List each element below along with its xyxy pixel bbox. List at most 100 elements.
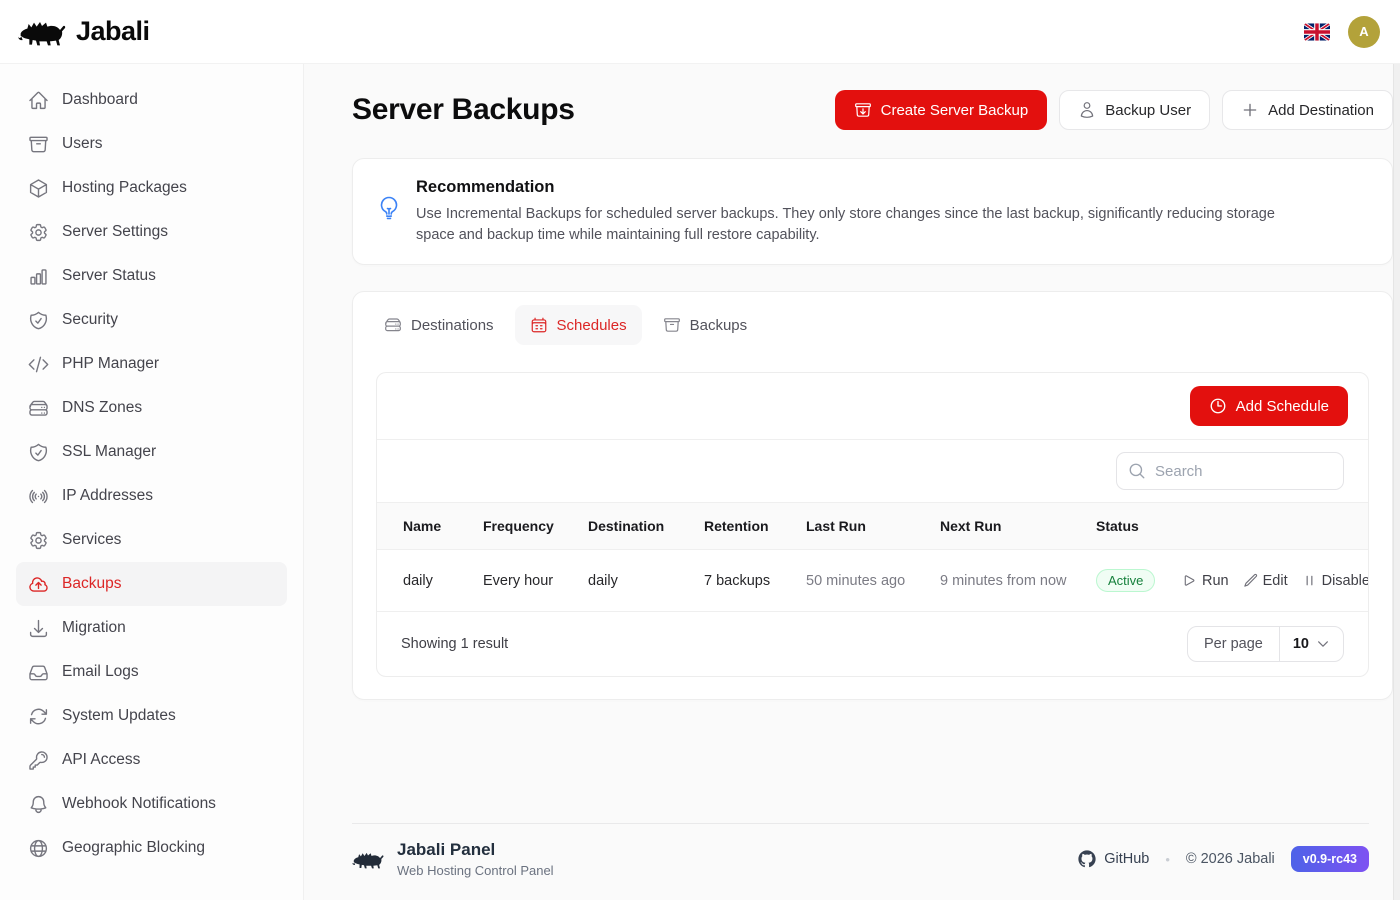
sidebar-item-hosting-packages[interactable]: Hosting Packages [16,166,287,210]
server-stack-icon [28,398,49,419]
sidebar-item-backups[interactable]: Backups [16,562,287,606]
shield-check-icon [28,442,49,463]
key-icon [28,750,49,771]
sidebar-item-label: Email Logs [62,663,139,681]
tab-backups[interactable]: Backups [648,305,763,345]
per-page-label: Per page [1188,627,1280,661]
cube-icon [28,178,49,199]
column-header-retention: Retention [692,503,794,550]
sidebar-item-users[interactable]: Users [16,122,287,166]
cell-retention: 7 backups [692,550,794,612]
column-header-actions [1168,503,1369,550]
home-icon [28,90,49,111]
footer-brand: Jabali Panel [397,840,554,860]
sidebar-item-dashboard[interactable]: Dashboard [16,78,287,122]
column-header-destination: Destination [576,503,692,550]
user-icon [1078,101,1096,119]
sidebar-item-email-logs[interactable]: Email Logs [16,650,287,694]
sidebar-item-system-updates[interactable]: System Updates [16,694,287,738]
page-footer: Jabali Panel Web Hosting Control Panel G… [352,823,1369,900]
run-action-button[interactable]: Run [1182,573,1229,589]
add-destination-button[interactable]: Add Destination [1222,90,1393,130]
main-content: Server Backups Create Server Backup Back… [304,64,1393,900]
cell-frequency: Every hour [471,550,576,612]
plus-icon [1241,101,1259,119]
globe-icon [28,838,49,859]
pause-icon [1302,573,1317,588]
cell-next-run: 9 minutes from now [928,550,1084,612]
scrollbar-track[interactable] [1393,64,1400,900]
sidebar-item-services[interactable]: Services [16,518,287,562]
create-server-backup-button[interactable]: Create Server Backup [835,90,1048,130]
app-logo[interactable]: Jabali [18,15,150,49]
search-icon [1128,462,1146,480]
lightbulb-icon [377,196,401,220]
dot-separator: • [1165,852,1170,867]
table-header-row: Name Frequency Destination Retention Las… [377,503,1369,550]
code-icon [28,354,49,375]
github-icon [1078,850,1096,868]
sidebar-item-migration[interactable]: Migration [16,606,287,650]
refresh-icon [28,706,49,727]
sidebar-item-security[interactable]: Security [16,298,287,342]
top-header: Jabali A [0,0,1400,64]
edit-action-button[interactable]: Edit [1243,573,1288,589]
sidebar-item-label: Dashboard [62,91,138,109]
disable-action-label: Disable [1322,573,1369,589]
schedules-table: Name Frequency Destination Retention Las… [377,502,1369,611]
schedules-panel: Add Schedule Name Frequency Destination … [376,372,1369,677]
status-badge: Active [1096,569,1155,592]
column-header-next-run: Next Run [928,503,1084,550]
sidebar-item-api-access[interactable]: API Access [16,738,287,782]
github-link[interactable]: GitHub [1078,850,1149,868]
clock-icon [1209,397,1227,415]
tab-label: Schedules [557,317,627,334]
bar-chart-icon [28,266,49,287]
sidebar-item-label: DNS Zones [62,399,142,417]
copyright-text: © 2026 Jabali [1186,851,1275,867]
sidebar-item-server-settings[interactable]: Server Settings [16,210,287,254]
sidebar-nav: Dashboard Users Hosting Packages Server … [0,64,304,900]
sidebar-item-geographic-blocking[interactable]: Geographic Blocking [16,826,287,870]
per-page-selector[interactable]: Per page 10 [1187,626,1344,662]
sidebar-item-label: Services [62,531,121,549]
run-action-label: Run [1202,573,1229,589]
sidebar-item-label: IP Addresses [62,487,153,505]
sidebar-item-dns-zones[interactable]: DNS Zones [16,386,287,430]
tab-destinations[interactable]: Destinations [369,305,509,345]
add-schedule-button[interactable]: Add Schedule [1190,386,1348,426]
disable-action-button[interactable]: Disable [1302,573,1369,589]
add-schedule-label: Add Schedule [1236,398,1329,415]
sidebar-item-label: Security [62,311,118,329]
archive-arrow-down-icon [854,101,872,119]
backups-panel-card: Destinations Schedules Backups Add Sched… [352,291,1393,700]
version-badge: v0.9-rc43 [1291,846,1369,872]
sidebar-item-webhook-notifications[interactable]: Webhook Notifications [16,782,287,826]
pencil-icon [1243,573,1258,588]
shield-check-icon [28,310,49,331]
table-row: daily Every hour daily 7 backups 50 minu… [377,550,1369,612]
server-stack-icon [384,316,402,334]
cell-destination: daily [576,550,692,612]
tab-bar: Destinations Schedules Backups [353,292,1392,358]
sidebar-item-ip-addresses[interactable]: IP Addresses [16,474,287,518]
language-flag-icon[interactable] [1304,23,1330,41]
boar-logo-icon [18,15,66,49]
backup-user-button[interactable]: Backup User [1059,90,1210,130]
sidebar-item-php-manager[interactable]: PHP Manager [16,342,287,386]
per-page-value: 10 [1293,636,1309,652]
add-destination-label: Add Destination [1268,102,1374,119]
cloud-upload-icon [28,574,49,595]
search-input[interactable] [1116,452,1344,490]
column-header-last-run: Last Run [794,503,928,550]
github-label: GitHub [1104,851,1149,867]
boar-logo-icon [352,848,384,871]
user-avatar[interactable]: A [1348,16,1380,48]
create-server-backup-label: Create Server Backup [881,102,1029,119]
column-header-status: Status [1084,503,1168,550]
inbox-icon [28,662,49,683]
sidebar-item-ssl-manager[interactable]: SSL Manager [16,430,287,474]
sidebar-item-server-status[interactable]: Server Status [16,254,287,298]
tab-schedules[interactable]: Schedules [515,305,642,345]
download-tray-icon [28,618,49,639]
